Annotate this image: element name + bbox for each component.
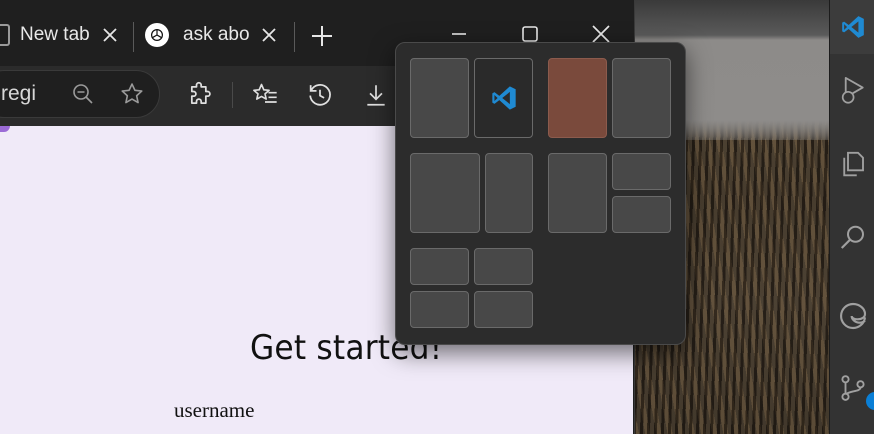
zoom-out-icon[interactable] — [71, 82, 95, 106]
tab-close-icon[interactable] — [257, 23, 281, 47]
openai-icon — [145, 23, 169, 47]
tab-label: New tab — [20, 24, 90, 45]
edge-icon[interactable] — [830, 286, 874, 346]
toolbar-divider — [232, 82, 233, 108]
snap-zone-right-half[interactable] — [474, 58, 533, 138]
address-bar[interactable]: regi — [0, 70, 160, 118]
tab-separator — [294, 22, 295, 52]
snap-zone-left-selected[interactable] — [548, 58, 607, 138]
new-tab-button[interactable] — [306, 20, 338, 52]
vscode-icon — [491, 86, 516, 110]
snap-zone-quad-bottom-right[interactable] — [474, 291, 533, 328]
extensions-icon[interactable] — [185, 80, 215, 110]
maximize-icon — [522, 26, 538, 42]
snap-zone-left-half-b[interactable] — [548, 153, 607, 233]
vscode-window — [829, 0, 874, 434]
tab-ask-about[interactable]: ask abo — [137, 12, 289, 58]
snap-zone-left-half[interactable] — [410, 58, 469, 138]
snap-zone-top-right[interactable] — [612, 153, 671, 190]
run-debug-icon[interactable] — [830, 60, 874, 120]
tab-label: ask abo — [183, 24, 250, 45]
snap-zone-quad-bottom-left[interactable] — [410, 291, 469, 328]
snap-zone-one-third[interactable] — [485, 153, 533, 233]
snap-layouts-flyout — [395, 42, 686, 345]
desktop-screen: New tab ask abo regi Get started! userna… — [0, 0, 874, 434]
minimize-icon — [452, 33, 466, 35]
address-text: regi — [1, 82, 37, 105]
tab-separator — [133, 22, 134, 52]
tab-close-icon[interactable] — [98, 23, 122, 47]
username-label: username — [174, 398, 255, 422]
snap-zone-quad-top-left[interactable] — [410, 248, 469, 285]
snap-zone-quad-top-right[interactable] — [474, 248, 533, 285]
search-icon[interactable] — [830, 208, 874, 268]
close-icon — [592, 25, 610, 43]
tab-new-tab[interactable]: New tab — [0, 12, 130, 58]
snap-zone-right[interactable] — [612, 58, 671, 138]
snap-zone-two-thirds[interactable] — [410, 153, 480, 233]
source-control-icon[interactable] — [830, 358, 874, 418]
favorite-star-icon[interactable] — [119, 81, 145, 107]
explorer-icon[interactable] — [830, 134, 874, 194]
history-icon[interactable] — [305, 80, 335, 110]
page-accent — [0, 126, 10, 132]
download-icon[interactable] — [361, 80, 391, 110]
vscode-logo-icon — [830, 0, 874, 54]
favorites-list-icon[interactable] — [250, 80, 280, 110]
snap-zone-bottom-right[interactable] — [612, 196, 671, 233]
page-icon — [0, 24, 10, 46]
